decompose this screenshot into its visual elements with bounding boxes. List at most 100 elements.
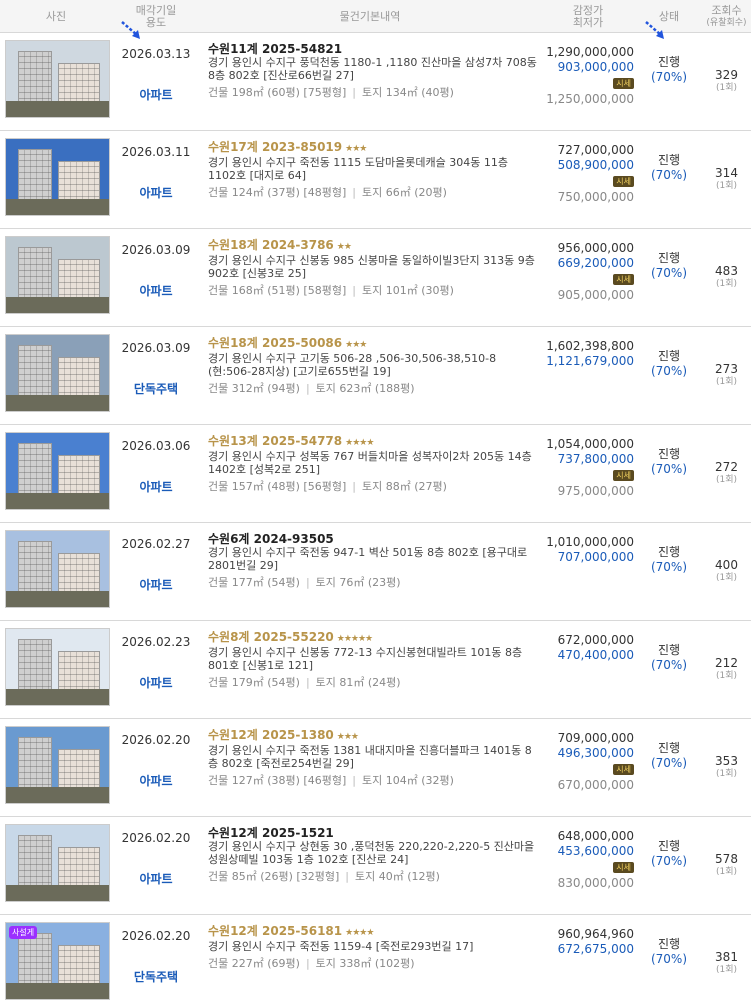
- case-number[interactable]: 수원18계 2024-3786: [208, 238, 334, 252]
- usage-link[interactable]: 아파트: [112, 674, 200, 691]
- view-count: 381: [715, 950, 738, 964]
- market-price-badge[interactable]: 시세: [613, 470, 634, 481]
- property-photo[interactable]: [5, 334, 110, 412]
- table-row[interactable]: 2026.02.23 아파트 수원8계 2025-55220 ★★★★★ 경기 용…: [0, 621, 751, 719]
- usage-link[interactable]: 아파트: [112, 282, 200, 299]
- property-photo[interactable]: [5, 432, 110, 510]
- case-number[interactable]: 수원11계 2025-54821: [208, 42, 342, 56]
- property-address[interactable]: 경기 용인시 수지구 고기동 506-28 ,506-30,506-38,510…: [208, 352, 538, 378]
- property-photo[interactable]: [5, 530, 110, 608]
- case-number[interactable]: 수원12계 2025-1380: [208, 728, 334, 742]
- usage-link[interactable]: 아파트: [112, 86, 200, 103]
- property-address[interactable]: 경기 용인시 수지구 죽전동 1381 내대지마을 진흥더블파크 1401동 8…: [208, 744, 538, 770]
- property-info[interactable]: 수원18계 2024-3786 ★★ 경기 용인시 수지구 신봉동 985 신봉마…: [208, 238, 538, 298]
- property-photo[interactable]: [5, 726, 110, 804]
- minimum-bid-price: 707,000,000: [557, 550, 634, 564]
- building-area: 건물 177㎡ (54평): [208, 576, 300, 589]
- property-photo[interactable]: [5, 40, 110, 118]
- usage-link[interactable]: 아파트: [112, 478, 200, 495]
- header-minbid-label[interactable]: 최저가: [573, 16, 603, 29]
- market-price-badge[interactable]: 시세: [613, 176, 634, 187]
- header-views-label[interactable]: 조회수: [711, 4, 741, 17]
- property-photo[interactable]: [5, 824, 110, 902]
- building-area: 건물 157㎡ (48평) [56평형]: [208, 480, 347, 493]
- property-photo[interactable]: [5, 628, 110, 706]
- case-number[interactable]: 수원13계 2025-54778: [208, 434, 342, 448]
- property-address[interactable]: 경기 용인시 수지구 상현동 30 ,풍덕천동 220,220-2,220-5 …: [208, 840, 538, 866]
- bid-ratio: (70%): [650, 266, 688, 280]
- case-number[interactable]: 수원6계 2024-93505: [208, 532, 334, 546]
- area-info: 건물 127㎡ (38평) [46평형] | 토지 104㎡ (32평): [208, 774, 538, 787]
- table-row[interactable]: 2026.03.09 아파트 수원18계 2024-3786 ★★ 경기 용인시 …: [0, 229, 751, 327]
- market-price-badge[interactable]: 시세: [613, 274, 634, 285]
- header-date-label[interactable]: 매각기일: [136, 4, 176, 17]
- property-info[interactable]: 수원12계 2025-56181 ★★★★ 경기 용인시 수지구 죽전동 1159…: [208, 924, 538, 971]
- market-price-badge[interactable]: 시세: [613, 862, 634, 873]
- minimum-bid-price: 1,121,679,000: [546, 354, 634, 368]
- market-price-badge[interactable]: 시세: [613, 78, 634, 89]
- sale-date: 2026.03.06: [121, 439, 191, 453]
- photo-ground: [6, 983, 109, 999]
- usage-link[interactable]: 단독주택: [112, 968, 200, 985]
- property-address[interactable]: 경기 용인시 수지구 신봉동 772-13 수지신봉현대빌라트 101동 8층 …: [208, 646, 538, 672]
- case-number[interactable]: 수원12계 2025-1521: [208, 826, 334, 840]
- table-row[interactable]: 사설게 2026.02.20 단독주택 수원12계 2025-56181 ★★★★…: [0, 915, 751, 1007]
- status-text: 진행: [657, 349, 681, 363]
- case-number[interactable]: 수원17계 2023-85019: [208, 140, 342, 154]
- property-photo[interactable]: 사설게: [5, 922, 110, 1000]
- rating-stars-icon: ★★★★: [345, 438, 374, 448]
- case-number[interactable]: 수원12계 2025-56181: [208, 924, 342, 938]
- property-info[interactable]: 수원11계 2025-54821 경기 용인시 수지구 풍덕천동 1180-1 …: [208, 42, 538, 100]
- reference-price: 670,000,000: [557, 778, 634, 792]
- area-info: 건물 168㎡ (51평) [58평형] | 토지 101㎡ (30평): [208, 284, 538, 297]
- table-row[interactable]: 2026.02.27 아파트 수원6계 2024-93505 경기 용인시 수지…: [0, 523, 751, 621]
- table-row[interactable]: 2026.03.11 아파트 수원17계 2023-85019 ★★★ 경기 용인…: [0, 131, 751, 229]
- fail-count: (1회): [715, 867, 738, 877]
- photo-ground: [6, 689, 109, 705]
- property-info[interactable]: 수원6계 2024-93505 경기 용인시 수지구 죽전동 947-1 벽산 …: [208, 532, 538, 590]
- table-row[interactable]: 2026.03.13 아파트 수원11계 2025-54821 경기 용인시 수…: [0, 33, 751, 131]
- property-info[interactable]: 수원17계 2023-85019 ★★★ 경기 용인시 수지구 죽전동 1115 …: [208, 140, 538, 200]
- status-text: 진행: [657, 251, 681, 265]
- property-photo[interactable]: [5, 236, 110, 314]
- property-info[interactable]: 수원13계 2025-54778 ★★★★ 경기 용인시 수지구 성복동 767 …: [208, 434, 538, 494]
- property-info[interactable]: 수원12계 2025-1521 경기 용인시 수지구 상현동 30 ,풍덕천동 …: [208, 826, 538, 884]
- case-number[interactable]: 수원8계 2025-55220: [208, 630, 334, 644]
- property-address[interactable]: 경기 용인시 수지구 죽전동 947-1 벽산 501동 8층 802호 [용구…: [208, 546, 538, 572]
- property-info[interactable]: 수원12계 2025-1380 ★★★ 경기 용인시 수지구 죽전동 1381 내…: [208, 728, 538, 788]
- reference-price: 905,000,000: [557, 288, 634, 302]
- appraisal-price: 709,000,000: [557, 731, 634, 745]
- view-count: 314: [715, 166, 738, 180]
- property-info[interactable]: 수원8계 2025-55220 ★★★★★ 경기 용인시 수지구 신봉동 772-…: [208, 630, 538, 690]
- case-number[interactable]: 수원18계 2025-50086: [208, 336, 342, 350]
- property-address[interactable]: 경기 용인시 수지구 신봉동 985 신봉마을 동일하이빌3단지 313동 9층…: [208, 254, 538, 280]
- table-row[interactable]: 2026.03.06 아파트 수원13계 2025-54778 ★★★★ 경기 용…: [0, 425, 751, 523]
- property-photo[interactable]: [5, 138, 110, 216]
- header-views[interactable]: 조회수 (유찰회수): [702, 0, 751, 33]
- sale-date: 2026.03.11: [121, 145, 191, 159]
- usage-link[interactable]: 아파트: [112, 870, 200, 887]
- property-info[interactable]: 수원18계 2025-50086 ★★★ 경기 용인시 수지구 고기동 506-2…: [208, 336, 538, 396]
- area-separator: |: [352, 480, 356, 493]
- market-price-badge[interactable]: 시세: [613, 764, 634, 775]
- table-row[interactable]: 2026.02.20 아파트 수원12계 2025-1521 경기 용인시 수지…: [0, 817, 751, 915]
- sale-date: 2026.02.27: [121, 537, 191, 551]
- area-info: 건물 124㎡ (37평) [48평형] | 토지 66㎡ (20평): [208, 186, 538, 199]
- minimum-bid-price: 737,800,000: [557, 452, 634, 466]
- property-address[interactable]: 경기 용인시 수지구 풍덕천동 1180-1 ,1180 진산마을 삼성7차 7…: [208, 56, 538, 82]
- property-address[interactable]: 경기 용인시 수지구 죽전동 1159-4 [죽전로293번길 17]: [208, 940, 538, 953]
- usage-link[interactable]: 아파트: [112, 772, 200, 789]
- usage-link[interactable]: 아파트: [112, 576, 200, 593]
- table-row[interactable]: 2026.02.20 아파트 수원12계 2025-1380 ★★★ 경기 용인시…: [0, 719, 751, 817]
- header-price[interactable]: 감정가 최저가: [540, 0, 636, 33]
- status-text: 진행: [657, 937, 681, 951]
- status-text: 진행: [657, 447, 681, 461]
- header-photo: 사진: [0, 0, 112, 33]
- header-appraisal-label[interactable]: 감정가: [573, 4, 603, 17]
- usage-link[interactable]: 아파트: [112, 184, 200, 201]
- table-row[interactable]: 2026.03.09 단독주택 수원18계 2025-50086 ★★★ 경기 용…: [0, 327, 751, 425]
- property-address[interactable]: 경기 용인시 수지구 성복동 767 버들치마을 성복자이2차 205동 14층…: [208, 450, 538, 476]
- fail-count: (1회): [715, 83, 738, 93]
- usage-link[interactable]: 단독주택: [112, 380, 200, 397]
- property-address[interactable]: 경기 용인시 수지구 죽전동 1115 도담마을롯데캐슬 304동 11층 11…: [208, 156, 538, 182]
